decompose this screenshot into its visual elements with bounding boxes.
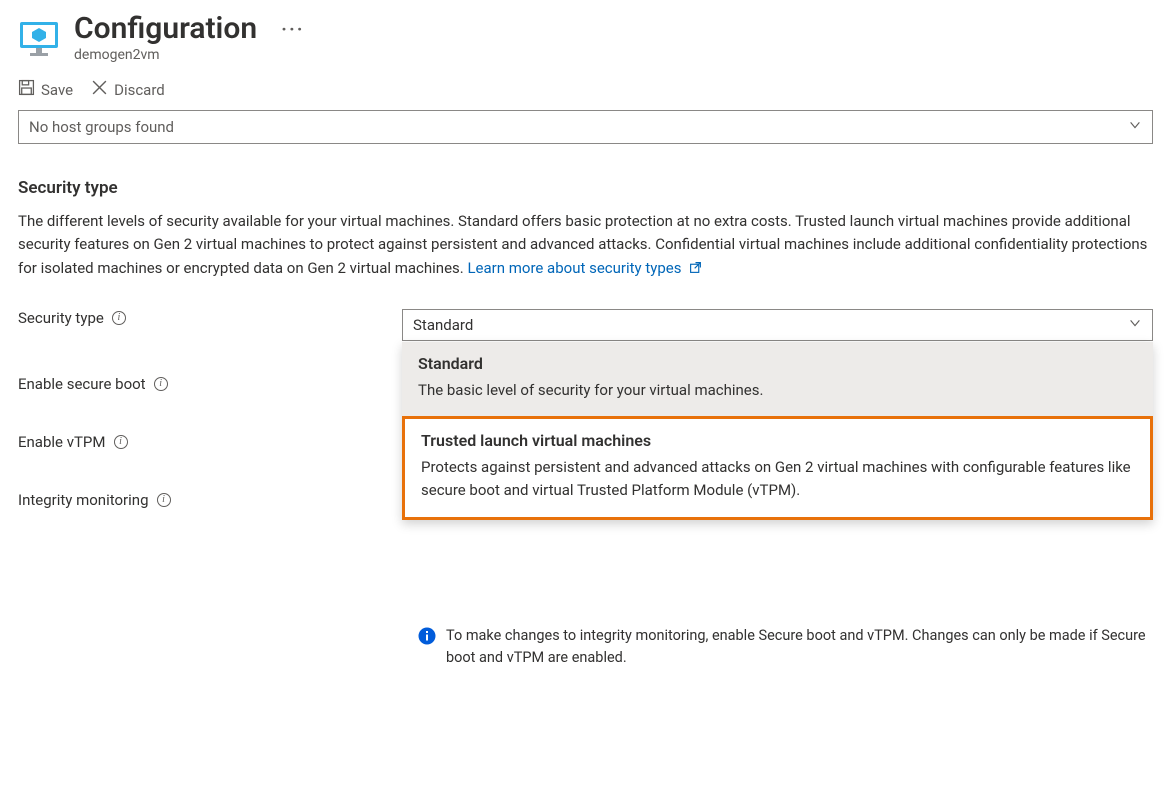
info-circle-icon [418,627,436,645]
label-enable-vtpm: Enable vTPM i [18,433,402,451]
chevron-down-icon [1128,316,1142,334]
toolbar: Save Discard [0,65,1171,110]
learn-more-link[interactable]: Learn more about security types [467,259,702,277]
info-icon[interactable]: i [112,311,126,325]
vm-resource-icon [18,18,60,60]
security-type-select[interactable]: Standard [402,309,1153,341]
resource-name: demogen2vm [74,47,305,63]
info-icon[interactable]: i [114,435,128,449]
chevron-down-icon [1128,118,1142,136]
info-icon[interactable]: i [154,377,168,391]
save-icon [18,79,35,100]
close-icon [91,79,108,100]
section-description: The different levels of security availab… [18,210,1153,281]
page-title: Configuration ··· [74,12,305,45]
label-security-type: Security type i [18,309,402,327]
section-heading-security-type: Security type [18,178,1153,198]
integrity-info-banner: To make changes to integrity monitoring,… [418,625,1153,669]
host-group-select[interactable]: No host groups found [18,110,1153,144]
discard-button[interactable]: Discard [91,79,165,100]
option-standard[interactable]: Standard The basic level of security for… [402,342,1153,416]
save-button[interactable]: Save [18,79,73,100]
label-enable-secure-boot: Enable secure boot i [18,375,402,393]
info-icon[interactable]: i [157,493,171,507]
label-integrity-monitoring: Integrity monitoring i [18,491,402,509]
option-trusted-launch[interactable]: Trusted launch virtual machines Protects… [402,416,1153,520]
external-link-icon [689,258,702,281]
more-actions-icon[interactable]: ··· [281,18,305,40]
security-type-dropdown: Standard The basic level of security for… [402,342,1153,520]
